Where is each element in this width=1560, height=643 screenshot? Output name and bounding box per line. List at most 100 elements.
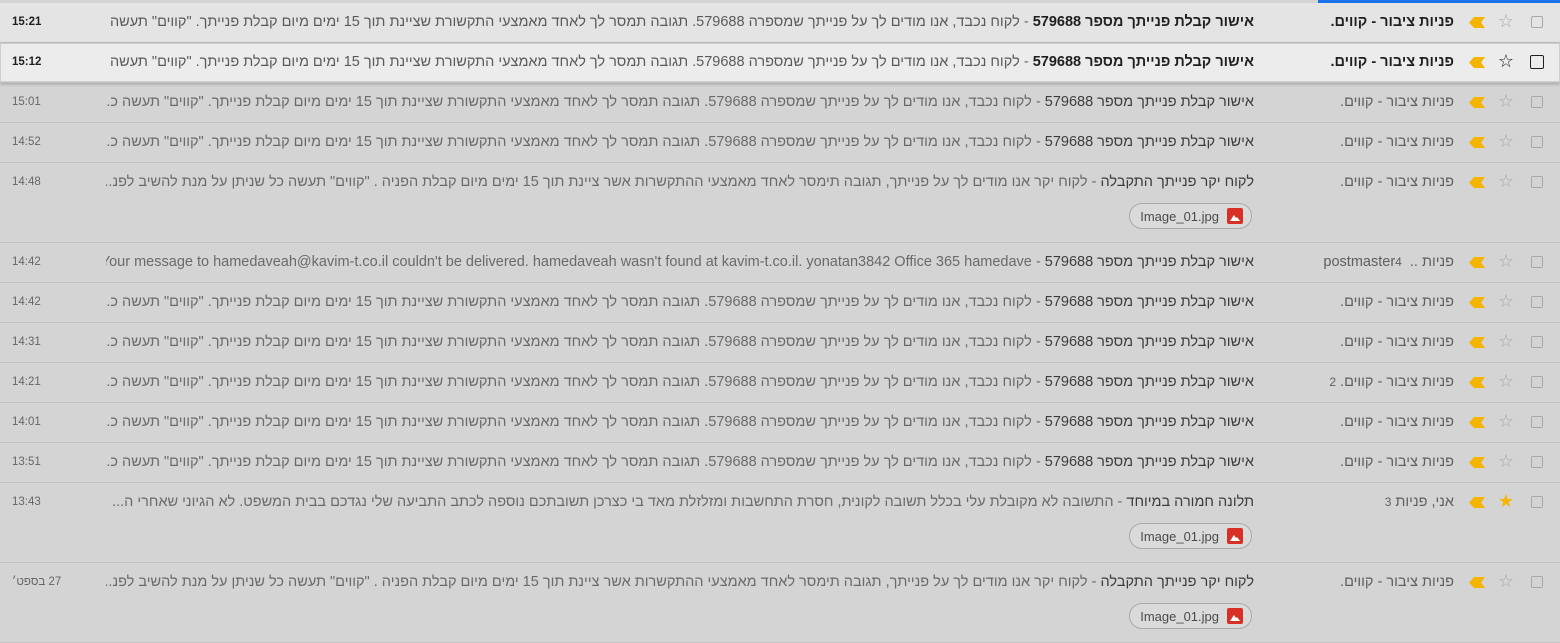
select-checkbox[interactable] xyxy=(1531,256,1543,268)
select-checkbox[interactable] xyxy=(1531,296,1543,308)
email-row[interactable]: ☆ פניות ציבור - קווים. אישור קבלת פנייתך מ… xyxy=(0,123,1560,163)
email-date: 15:21 xyxy=(12,16,42,28)
email-content[interactable]: אישור קבלת פנייתך מספר 579688 - לקוח נכב… xyxy=(106,94,1254,110)
importance-marker-icon[interactable] xyxy=(1469,297,1485,308)
image-file-icon xyxy=(1227,608,1243,624)
sender-text: פניות ציבור - קווים. xyxy=(1330,14,1455,30)
importance-marker-icon[interactable] xyxy=(1469,377,1485,388)
email-content[interactable]: לקוח יקר פנייתך התקבלה - לקוח יקר אנו מו… xyxy=(106,174,1254,190)
star-icon[interactable]: ☆ xyxy=(1498,571,1514,591)
importance-marker-icon[interactable] xyxy=(1469,137,1485,148)
star-icon[interactable]: ☆ xyxy=(1498,451,1514,471)
select-checkbox[interactable] xyxy=(1531,176,1543,188)
email-row[interactable]: ☆ פניות .. postmaster4 אישור קבלת פנייתך מ… xyxy=(0,243,1560,283)
select-checkbox[interactable] xyxy=(1531,376,1543,388)
star-icon[interactable]: ★ xyxy=(1498,491,1514,511)
email-snippet: Your message to hamedaveah@kavim-t.co.il… xyxy=(106,254,1032,270)
select-checkbox[interactable] xyxy=(1531,416,1543,428)
importance-marker-icon[interactable] xyxy=(1469,457,1485,468)
importance-marker-icon[interactable] xyxy=(1469,337,1485,348)
email-row[interactable]: ☆ פניות ציבור - קווים. אישור קבלת פנייתך מ… xyxy=(0,43,1560,83)
select-checkbox[interactable] xyxy=(1531,136,1543,148)
subject-separator: - xyxy=(1031,134,1045,150)
email-subject: לקוח יקר פנייתך התקבלה xyxy=(1100,574,1254,590)
star-icon[interactable]: ☆ xyxy=(1498,171,1514,191)
email-subject: אישור קבלת פנייתך מספר 579688 xyxy=(1044,334,1254,350)
sender-text: פניות ציבור - קווים. xyxy=(1340,374,1454,390)
sender-name: פניות .. postmaster4 xyxy=(1323,254,1454,270)
select-checkbox[interactable] xyxy=(1531,16,1543,28)
email-content[interactable]: תלונה חמורה במיוחד - התשובה לא מקובלת על… xyxy=(106,494,1254,510)
sender-name: פניות ציבור - קווים. xyxy=(1331,14,1455,30)
attachment-chip[interactable]: Image_01.jpg xyxy=(1129,203,1252,229)
star-icon[interactable]: ☆ xyxy=(1498,51,1514,71)
email-row[interactable]: ☆ פניות ציבור - קווים. אישור קבלת פנייתך מ… xyxy=(0,83,1560,123)
sender-name: פניות ציבור - קווים. xyxy=(1340,94,1454,110)
star-icon[interactable]: ☆ xyxy=(1498,371,1514,391)
select-checkbox[interactable] xyxy=(1530,55,1544,69)
email-row[interactable]: ☆ פניות ציבור - קווים. אישור קבלת פנייתך מ… xyxy=(0,283,1560,323)
email-row[interactable]: ☆ פניות ציבור - קווים. אישור קבלת פנייתך מ… xyxy=(0,323,1560,363)
email-subject: אישור קבלת פנייתך מספר 579688 xyxy=(1032,14,1254,30)
star-icon[interactable]: ☆ xyxy=(1498,91,1514,111)
attachment-chip[interactable]: Image_01.jpg xyxy=(1129,603,1252,629)
email-snippet: לקוח נכבד, אנו מודים לך על פנייתך שמספרה… xyxy=(106,414,1032,430)
sender-text: פניות ציבור - קווים. xyxy=(1340,134,1454,150)
subject-separator: - xyxy=(1087,174,1101,190)
sender-name: פניות ציבור - קווים. xyxy=(1340,454,1454,470)
importance-marker-icon[interactable] xyxy=(1469,497,1485,508)
email-content[interactable]: אישור קבלת פנייתך מספר 579688 - לקוח נכב… xyxy=(106,294,1254,310)
email-content[interactable]: לקוח יקר פנייתך התקבלה - לקוח יקר אנו מו… xyxy=(106,574,1254,590)
select-checkbox[interactable] xyxy=(1531,96,1543,108)
sender-name: פניות ציבור - קווים. xyxy=(1340,174,1454,190)
importance-marker-icon[interactable] xyxy=(1469,577,1485,588)
sender-name: פניות ציבור - קווים. xyxy=(1340,134,1454,150)
star-icon[interactable]: ☆ xyxy=(1498,411,1514,431)
importance-marker-icon[interactable] xyxy=(1469,177,1485,188)
email-content[interactable]: אישור קבלת פנייתך מספר 579688 - לקוח נכב… xyxy=(106,54,1254,70)
email-subject: אישור קבלת פנייתך מספר 579688 xyxy=(1044,94,1254,110)
email-date: 14:21 xyxy=(12,376,41,388)
email-row[interactable]: ☆ פניות ציבור - קווים. לקוח יקר פנייתך התק… xyxy=(0,563,1560,643)
email-subject: אישור קבלת פנייתך מספר 579688 xyxy=(1044,414,1254,430)
star-icon[interactable]: ☆ xyxy=(1498,251,1514,271)
importance-marker-icon[interactable] xyxy=(1469,97,1485,108)
importance-marker-icon[interactable] xyxy=(1469,17,1485,28)
email-snippet: לקוח נכבד, אנו מודים לך על פנייתך שמספרה… xyxy=(106,134,1032,150)
star-icon[interactable]: ☆ xyxy=(1498,331,1514,351)
attachment-chip[interactable]: Image_01.jpg xyxy=(1129,523,1252,549)
sender-name: פניות ציבור - קווים.2 xyxy=(1329,374,1454,390)
select-checkbox[interactable] xyxy=(1531,336,1543,348)
star-icon[interactable]: ☆ xyxy=(1498,11,1514,31)
subject-separator: - xyxy=(1031,334,1045,350)
email-content[interactable]: אישור קבלת פנייתך מספר 579688 - לקוח נכב… xyxy=(106,454,1254,470)
select-checkbox[interactable] xyxy=(1531,496,1543,508)
email-row[interactable]: ☆ פניות ציבור - קווים.2 אישור קבלת פנייתך … xyxy=(0,363,1560,403)
sender-text: פניות ציבור - קווים. xyxy=(1340,334,1454,350)
email-snippet: לקוח יקר אנו מודים לך על פנייתך, תגובה ת… xyxy=(106,174,1088,190)
star-icon[interactable]: ☆ xyxy=(1498,131,1514,151)
sender-name: פניות ציבור - קווים. xyxy=(1340,414,1454,430)
email-row[interactable]: ☆ פניות ציבור - קווים. אישור קבלת פנייתך מ… xyxy=(0,443,1560,483)
email-content[interactable]: אישור קבלת פנייתך מספר 579688 - לקוח נכב… xyxy=(106,334,1254,350)
importance-marker-icon[interactable] xyxy=(1469,417,1485,428)
star-icon[interactable]: ☆ xyxy=(1498,291,1514,311)
image-file-icon xyxy=(1227,208,1243,224)
email-content[interactable]: אישור קבלת פנייתך מספר 579688 - לקוח נכב… xyxy=(106,414,1254,430)
email-row[interactable]: ☆ פניות ציבור - קווים. אישור קבלת פנייתך מ… xyxy=(0,3,1560,43)
email-content[interactable]: אישור קבלת פנייתך מספר 579688 - לקוח נכב… xyxy=(106,134,1254,150)
email-date: 14:01 xyxy=(12,416,41,428)
select-checkbox[interactable] xyxy=(1531,456,1543,468)
email-subject: אישור קבלת פנייתך מספר 579688 xyxy=(1032,54,1254,70)
email-row[interactable]: ☆ פניות ציבור - קווים. לקוח יקר פנייתך התק… xyxy=(0,163,1560,243)
email-content[interactable]: אישור קבלת פנייתך מספר 579688 - לקוח נכב… xyxy=(106,374,1254,390)
email-date: 14:42 xyxy=(12,296,41,308)
email-content[interactable]: אישור קבלת פנייתך מספר 579688 - Your mes… xyxy=(106,254,1254,270)
email-row[interactable]: ☆ פניות ציבור - קווים. אישור קבלת פנייתך מ… xyxy=(0,403,1560,443)
email-row[interactable]: ★ אני, פניות3 תלונה חמורה במיוחד - התשובה … xyxy=(0,483,1560,563)
importance-marker-icon[interactable] xyxy=(1469,57,1485,68)
subject-separator: - xyxy=(1031,454,1045,470)
email-content[interactable]: אישור קבלת פנייתך מספר 579688 - לקוח נכב… xyxy=(106,14,1254,30)
select-checkbox[interactable] xyxy=(1531,576,1543,588)
importance-marker-icon[interactable] xyxy=(1469,257,1485,268)
